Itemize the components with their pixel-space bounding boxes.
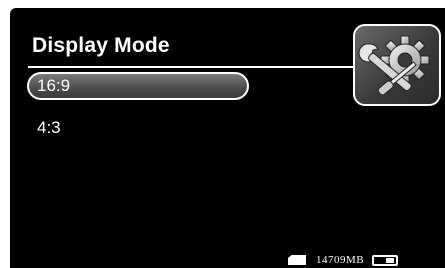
display-mode-screen: Display Mode 16:9 4:3 14709MB	[10, 8, 445, 268]
memory-card-icon	[288, 255, 306, 265]
battery-icon	[372, 254, 399, 266]
storage-status: 14709MB	[288, 252, 399, 268]
menu-item-16-9[interactable]: 16:9	[27, 72, 249, 100]
settings-tools-icon	[353, 24, 441, 106]
menu-item-4-3[interactable]: 4:3	[37, 116, 61, 140]
battery-level	[386, 257, 395, 263]
storage-remaining: 14709MB	[316, 254, 365, 266]
gear-wrench-icon	[358, 35, 430, 96]
title-divider	[28, 66, 353, 68]
page-title: Display Mode	[32, 34, 170, 57]
